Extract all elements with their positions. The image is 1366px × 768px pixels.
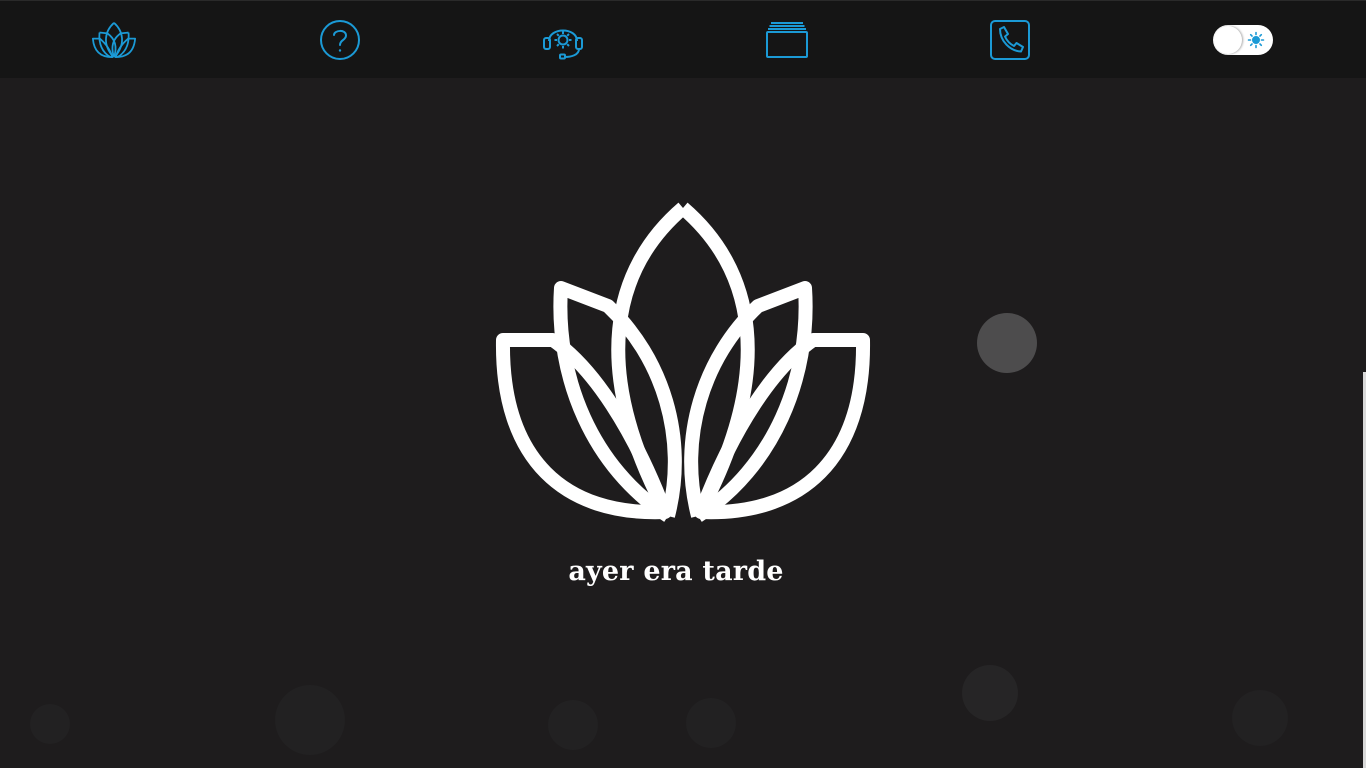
sun-icon xyxy=(1247,31,1265,49)
phone-icon xyxy=(990,20,1030,60)
bg-bubble xyxy=(275,685,345,755)
nav-help-link[interactable] xyxy=(318,19,362,61)
nav-portfolio-link[interactable] xyxy=(765,19,809,61)
nav-support-link[interactable] xyxy=(541,19,585,61)
bg-bubble xyxy=(977,313,1037,373)
top-navbar xyxy=(0,0,1366,78)
bg-bubble xyxy=(686,698,736,748)
bg-bubble xyxy=(962,665,1018,721)
bg-bubble xyxy=(1232,690,1288,746)
toggle-knob xyxy=(1214,26,1242,54)
bg-bubble xyxy=(30,704,70,744)
hero-title: ayer era tarde xyxy=(568,556,784,587)
support-headset-icon xyxy=(543,29,583,60)
nav-home-link[interactable] xyxy=(92,19,136,61)
folders-icon xyxy=(766,22,808,58)
lotus-logo-icon xyxy=(495,202,871,522)
help-icon xyxy=(320,20,360,60)
nav-contact-link[interactable] xyxy=(988,19,1032,61)
lotus-icon xyxy=(92,22,136,59)
theme-toggle[interactable] xyxy=(1213,25,1273,55)
bg-bubble xyxy=(548,700,598,750)
